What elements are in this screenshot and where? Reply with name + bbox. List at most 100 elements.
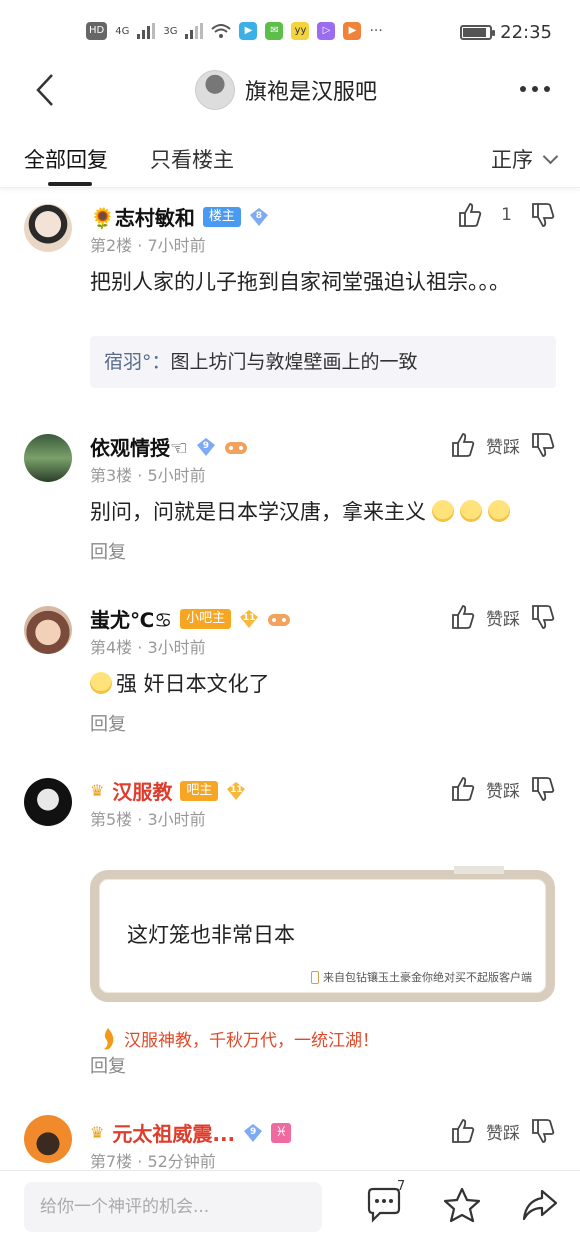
client-source: 来自包钻镶玉土豪金你绝对买不起版客户端	[311, 969, 532, 985]
app-icon-1: ▶	[239, 22, 258, 40]
reply-floor-7: ♛ 元太祖威震... 9 ♓ 第7楼 · 52分钟前 赞踩	[0, 1112, 580, 1170]
back-arrow-icon[interactable]	[32, 72, 62, 108]
level-badge-icon: 11	[239, 609, 259, 629]
vote-actions: 赞踩	[450, 604, 556, 630]
active-tab-indicator	[48, 182, 92, 186]
comment-input[interactable]	[24, 1182, 322, 1232]
vote-actions: 赞踩	[450, 1118, 556, 1144]
moderator-badge: 小吧主	[180, 608, 232, 629]
reply-button[interactable]: 回复	[90, 1052, 126, 1078]
themed-reply-card: 这灯笼也非常日本 来自包钻镶玉土豪金你绝对买不起版客户端	[90, 866, 555, 1002]
phone-icon	[311, 970, 319, 984]
thumbs-down-icon[interactable]	[530, 432, 556, 458]
user-row: 🌻志村敏和 楼主 8	[90, 202, 269, 231]
status-right: 22:35	[460, 22, 552, 43]
thread-title-group[interactable]: 旗袍是汉服吧	[195, 70, 377, 110]
thumbs-up-icon[interactable]	[450, 604, 476, 630]
vote-actions: 1	[457, 202, 556, 228]
chevron-down-icon	[542, 148, 559, 164]
reply-button[interactable]: 回复	[90, 710, 126, 736]
floor-meta: 第5楼 · 3小时前	[90, 810, 206, 829]
thumbs-down-icon[interactable]	[530, 202, 556, 228]
vote-label: 赞踩	[486, 781, 520, 802]
avatar[interactable]	[24, 606, 72, 654]
avatar[interactable]	[24, 434, 72, 482]
level-badge-icon: 9	[243, 1123, 263, 1143]
game-controller-icon	[224, 441, 247, 454]
thumbs-down-icon[interactable]	[530, 776, 556, 802]
star-favorite-icon[interactable]	[442, 1185, 482, 1225]
tab-op-only[interactable]: 只看楼主	[150, 144, 234, 174]
game-controller-icon	[268, 613, 291, 626]
avatar[interactable]	[24, 778, 72, 826]
vote-label: 赞踩	[486, 609, 520, 630]
emoji-smile-icon	[488, 500, 510, 522]
reply-floor-4: 蚩尤℃♋ 小吧主 11 第4楼 · 3小时前 强 奸日本文化了 回复 赞踩	[0, 598, 580, 748]
level-badge-icon: 9	[196, 437, 216, 457]
thumbs-up-icon[interactable]	[450, 432, 476, 458]
reply-floor-5: ♛ 汉服教 吧主 11 第5楼 · 3小时前 这灯笼也非常日本 来自包钻镶玉土豪…	[0, 770, 580, 1090]
avatar[interactable]	[24, 1115, 72, 1163]
emoji-shocked-icon	[90, 672, 112, 694]
signal-4g-label: 4G	[115, 25, 130, 37]
thumbs-down-icon[interactable]	[530, 604, 556, 630]
clock: 22:35	[500, 22, 552, 43]
user-row: ♛ 元太祖威震... 9 ♓	[90, 1118, 292, 1147]
sub-reply-author[interactable]: 宿羽°：	[104, 351, 171, 373]
wifi-icon	[211, 24, 232, 38]
avatar[interactable]	[24, 204, 72, 252]
user-row: 蚩尤℃♋ 小吧主 11	[90, 604, 291, 633]
crown-icon: ♛	[90, 781, 105, 800]
username[interactable]: 汉服教	[112, 776, 172, 805]
reply-tabs: 全部回复 只看楼主 正序	[0, 130, 580, 188]
op-badge: 楼主	[202, 206, 241, 227]
pisces-icon: ♓	[271, 1122, 292, 1143]
floor-meta: 第2楼 · 7小时前	[90, 236, 206, 255]
thumbs-down-icon[interactable]	[530, 1118, 556, 1144]
reply-button[interactable]: 回复	[90, 538, 126, 564]
comment-count: 7	[397, 1179, 406, 1194]
flame-icon	[104, 1027, 114, 1049]
signal-bars-2-icon	[185, 23, 204, 39]
admin-badge: 吧主	[180, 780, 219, 801]
username[interactable]: 🌻志村敏和	[90, 202, 195, 231]
crown-icon: ♛	[90, 1123, 105, 1142]
status-bar: HD 4G 3G ▶ ✉ yy ▷ ▶ ··· 22:35	[0, 0, 580, 66]
sort-label: 正序	[491, 148, 533, 172]
video-app-icon: ▷	[317, 22, 336, 40]
floor-meta: 第4楼 · 3小时前	[90, 638, 206, 657]
thumbs-up-icon[interactable]	[457, 202, 483, 228]
thumbs-up-icon[interactable]	[450, 776, 476, 802]
reply-content: 别问，问就是日本学汉唐，拿来主义	[90, 496, 560, 528]
vote-actions: 赞踩	[450, 432, 556, 458]
emoji-smile-icon	[432, 500, 454, 522]
vote-label: 赞踩	[486, 437, 520, 458]
play-app-icon: ▶	[343, 22, 362, 40]
username[interactable]: 元太祖威震...	[112, 1118, 235, 1147]
more-options-icon[interactable]	[520, 86, 550, 92]
bottom-action-bar: 7	[0, 1170, 580, 1241]
reply-floor-3: 依观情授☜ 9 第3楼 · 5小时前 别问，问就是日本学汉唐，拿来主义 回复 赞…	[0, 426, 580, 576]
reply-floor-2: 🌻志村敏和 楼主 8 第2楼 · 7小时前 把别人家的儿子拖到自家祠堂强迫认祖宗…	[0, 196, 580, 402]
username[interactable]: 蚩尤℃♋	[90, 604, 172, 633]
battery-icon	[460, 25, 496, 40]
sort-dropdown[interactable]: 正序	[491, 144, 559, 174]
hd-indicator: HD	[86, 22, 108, 40]
reply-content: 把别人家的儿子拖到自家祠堂强迫认祖宗。。。	[90, 270, 510, 294]
username[interactable]: 依观情授☜	[90, 432, 188, 461]
user-row: 依观情授☜ 9	[90, 432, 248, 461]
level-badge-icon: 8	[249, 207, 269, 227]
like-count: 1	[501, 205, 512, 225]
top-nav: 旗袍是汉服吧	[0, 66, 580, 116]
thread-avatar	[195, 70, 235, 110]
user-signature: 汉服神教，千秋万代，一统江湖！	[98, 1026, 379, 1051]
card-decoration	[454, 866, 504, 874]
tab-all-replies[interactable]: 全部回复	[24, 144, 108, 174]
vote-label: 赞踩	[486, 1123, 520, 1144]
sub-reply[interactable]: 宿羽°：图上坊门与敦煌壁画上的一致	[90, 336, 556, 388]
signal-bars-icon	[137, 23, 156, 39]
sub-reply-text: 图上坊门与敦煌壁画上的一致	[170, 351, 418, 373]
share-icon[interactable]	[520, 1185, 560, 1225]
user-row: ♛ 汉服教 吧主 11	[90, 776, 246, 805]
thumbs-up-icon[interactable]	[450, 1118, 476, 1144]
